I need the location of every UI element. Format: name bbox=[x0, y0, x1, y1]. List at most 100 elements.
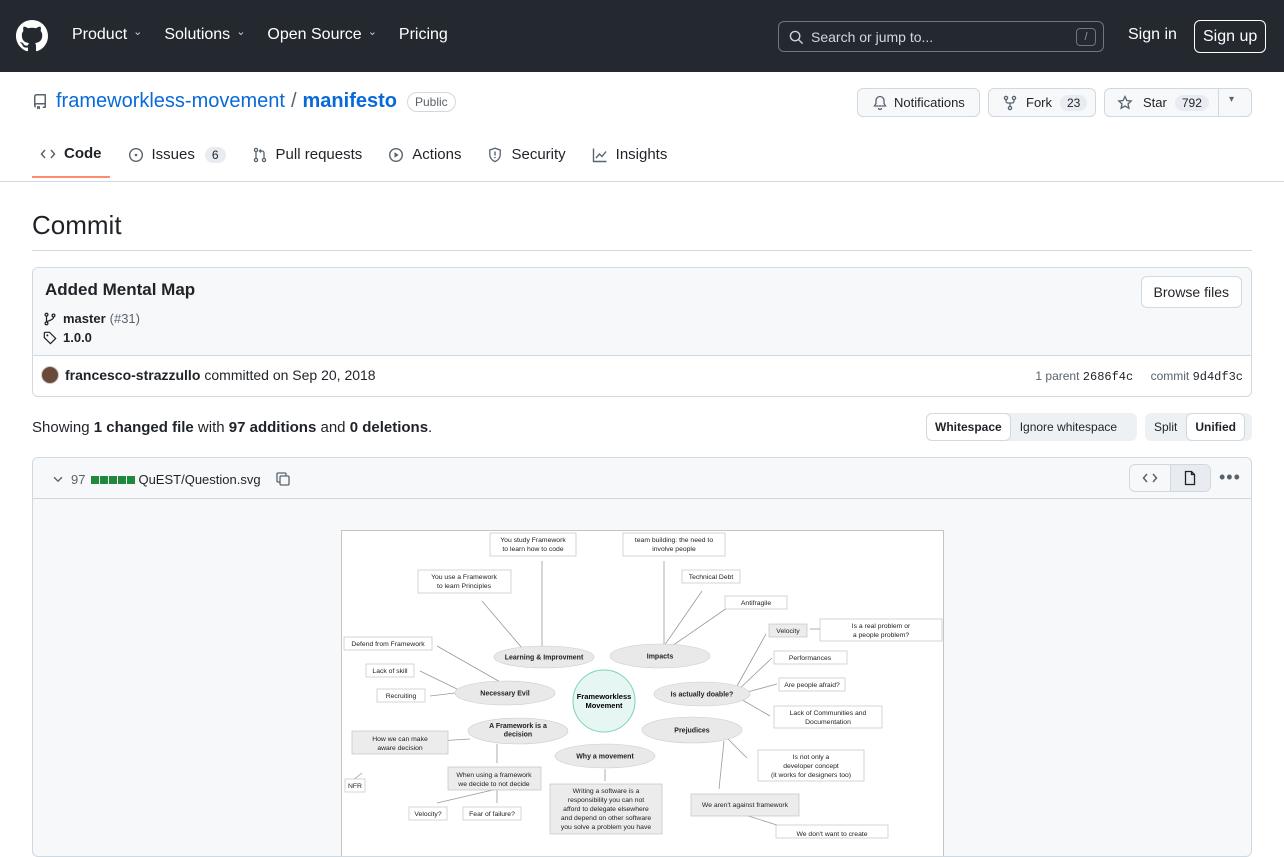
issue-icon bbox=[128, 147, 143, 162]
code-icon bbox=[40, 149, 56, 158]
notifications-button[interactable]: Notifications bbox=[857, 88, 980, 117]
graph-icon bbox=[592, 148, 607, 162]
tab-pull-requests[interactable]: Pull requests bbox=[244, 145, 371, 178]
pr-link[interactable]: (#31) bbox=[110, 311, 140, 326]
map-leaf: We aren't against framework bbox=[702, 802, 789, 809]
tab-security[interactable]: Security bbox=[479, 145, 573, 178]
sign-up-button[interactable]: Sign up bbox=[1194, 20, 1267, 53]
commit-box: Added Mental Map Browse files master (#3… bbox=[32, 267, 1252, 397]
global-header: Product ⌄ Solutions ⌄ Open Source ⌄ Pricing… bbox=[0, 0, 1284, 72]
repo-icon bbox=[33, 93, 46, 109]
map-leaf: Velocity bbox=[776, 628, 800, 635]
browse-files-button[interactable]: Browse files bbox=[1140, 276, 1242, 308]
visibility-badge: Public bbox=[406, 91, 456, 112]
map-node: Learning & Improvment bbox=[505, 655, 584, 662]
nav-product[interactable]: Product ⌄ bbox=[72, 26, 142, 44]
copy-icon[interactable] bbox=[275, 471, 291, 487]
tab-insights[interactable]: Insights bbox=[584, 145, 676, 178]
author-link[interactable]: francesco-strazzullo bbox=[65, 367, 200, 383]
tab-code[interactable]: Code bbox=[32, 145, 110, 178]
code-icon bbox=[1142, 473, 1158, 483]
nav-pricing[interactable]: Pricing bbox=[399, 26, 448, 44]
fork-count: 23 bbox=[1060, 94, 1088, 111]
map-leaf: Fear of failure? bbox=[469, 811, 515, 818]
map-leaf: Performances bbox=[789, 655, 832, 662]
map-node: Necessary Evil bbox=[480, 691, 529, 698]
search-input[interactable]: Search or jump to... / bbox=[778, 21, 1104, 52]
file-icon bbox=[1185, 470, 1196, 486]
branch-icon bbox=[44, 312, 56, 325]
chevron-down-icon: ⌄ bbox=[367, 26, 377, 38]
slash-shortcut-badge: / bbox=[1076, 28, 1096, 46]
play-icon bbox=[389, 147, 404, 162]
github-logo-icon[interactable] bbox=[16, 20, 48, 52]
search-icon bbox=[789, 30, 804, 45]
map-leaf: Antifragile bbox=[741, 600, 771, 607]
diff-summary: Showing 1 changed file with 97 additions… bbox=[32, 419, 433, 436]
star-icon bbox=[1117, 94, 1133, 109]
map-leaf: Lack of skill bbox=[372, 668, 408, 675]
branch-info: master (#31) bbox=[43, 311, 140, 326]
map-leaf: Recruiting bbox=[386, 693, 417, 700]
map-node: Prejudices bbox=[674, 728, 710, 735]
map-node: Impacts bbox=[647, 654, 674, 661]
branch-link[interactable]: master bbox=[63, 311, 106, 326]
commit-sha: 9d4df3c bbox=[1192, 370, 1243, 384]
fork-button[interactable]: Fork 23 bbox=[988, 88, 1096, 117]
whitespace-button[interactable]: Whitespace bbox=[926, 413, 1011, 441]
star-button[interactable]: Star 792 ▾ bbox=[1104, 88, 1252, 117]
file-change-count: 97 bbox=[71, 471, 86, 487]
display-mode-toggle bbox=[1129, 464, 1211, 492]
star-count: 792 bbox=[1174, 94, 1209, 111]
tag-info: 1.0.0 bbox=[43, 330, 92, 345]
nav-open-source[interactable]: Open Source ⌄ bbox=[267, 26, 377, 44]
mental-map-image: Frameworkless Movement Learning & Improvm… bbox=[341, 530, 944, 856]
avatar[interactable] bbox=[41, 366, 59, 384]
tab-issues[interactable]: Issues 6 bbox=[120, 145, 234, 178]
map-leaf: Defend from Framework bbox=[351, 641, 425, 648]
bell-icon bbox=[873, 95, 887, 110]
ignore-whitespace-button[interactable]: Ignore whitespace bbox=[1011, 413, 1126, 441]
unified-button[interactable]: Unified bbox=[1186, 413, 1246, 441]
more-options-icon[interactable]: ••• bbox=[1219, 467, 1241, 488]
rich-diff-button[interactable] bbox=[1169, 465, 1210, 491]
page-title: Commit bbox=[32, 210, 122, 240]
commit-message: Added Mental Map bbox=[45, 280, 196, 299]
map-leaf: Velocity? bbox=[414, 811, 441, 818]
main-nav: Product ⌄ Solutions ⌄ Open Source ⌄ Pricing bbox=[72, 26, 448, 44]
diffstat-bar bbox=[91, 472, 136, 487]
nav-solutions[interactable]: Solutions ⌄ bbox=[164, 26, 245, 44]
whitespace-toggle: Whitespace Ignore whitespace bbox=[926, 413, 1137, 441]
commit-author: francesco-strazzullo committed on Sep 20… bbox=[41, 366, 376, 384]
file-header: 97 QuEST/Question.svg ••• bbox=[33, 458, 1251, 499]
map-leaf: Technical Debt bbox=[689, 574, 734, 581]
file-diff: 97 QuEST/Question.svg ••• Frameworkless … bbox=[32, 457, 1252, 857]
map-leaf: Are people afraid? bbox=[784, 682, 840, 689]
repo-name-link[interactable]: manifesto bbox=[303, 90, 397, 113]
mental-map-diagram: Frameworkless Movement Learning & Improvm… bbox=[343, 532, 943, 839]
map-node: Is actually doable? bbox=[671, 692, 734, 699]
chevron-down-icon: ⌄ bbox=[236, 26, 246, 38]
split-button[interactable]: Split bbox=[1145, 413, 1186, 441]
parent-sha-link[interactable]: 2686f4c bbox=[1083, 370, 1133, 384]
tab-actions[interactable]: Actions bbox=[380, 145, 469, 178]
file-path-link[interactable]: QuEST/Question.svg bbox=[138, 472, 260, 487]
map-leaf: NFR bbox=[348, 783, 362, 790]
tag-icon bbox=[43, 331, 57, 345]
shield-icon bbox=[489, 147, 502, 162]
commit-meta: 1 parent 2686f4c commit 9d4df3c bbox=[1035, 369, 1243, 384]
diff-view-toggle: Split Unified bbox=[1145, 413, 1252, 441]
repo-tabs: Code Issues 6 Pull requests Actions Secu… bbox=[32, 145, 685, 178]
sign-in-link[interactable]: Sign in bbox=[1128, 26, 1177, 44]
source-diff-button[interactable] bbox=[1130, 465, 1170, 491]
repo-title: frameworkless-movement / manifesto Publi… bbox=[32, 90, 456, 113]
map-leaf: Writing a software is a responsibility yo… bbox=[561, 788, 652, 831]
map-node: Why a movement bbox=[576, 754, 634, 761]
repo-owner-link[interactable]: frameworkless-movement bbox=[56, 90, 285, 113]
fork-icon bbox=[1003, 95, 1017, 110]
chevron-down-icon[interactable] bbox=[51, 472, 65, 486]
star-dropdown-caret-icon[interactable]: ▾ bbox=[1229, 94, 1234, 105]
tag-link[interactable]: 1.0.0 bbox=[63, 330, 92, 345]
pull-request-icon bbox=[253, 147, 266, 162]
chevron-down-icon: ⌄ bbox=[133, 26, 143, 38]
